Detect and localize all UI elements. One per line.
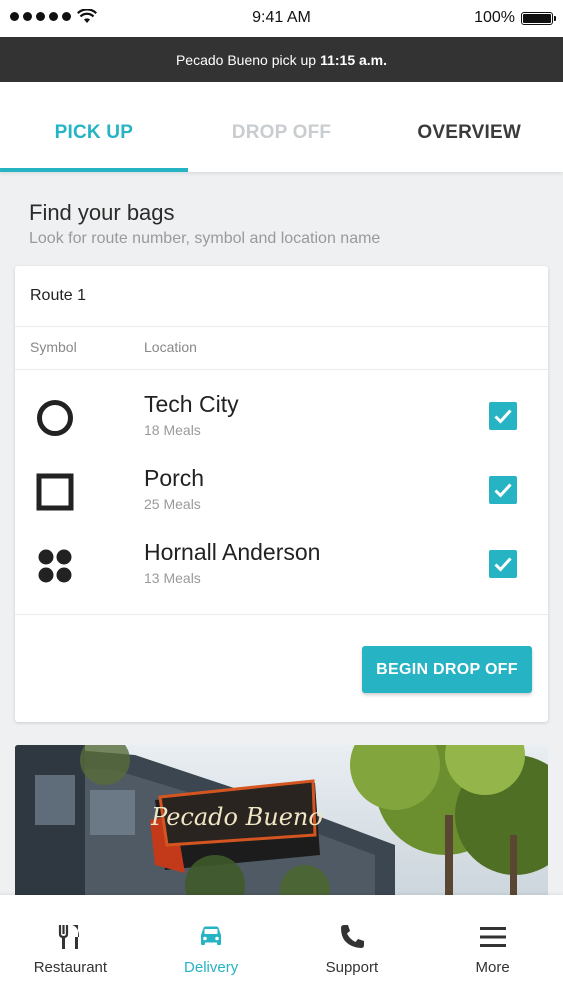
bottom-nav: Restaurant Delivery Support More [0,895,563,1000]
circle-icon [37,400,73,436]
nav-label: Delivery [184,959,239,976]
menu-icon [479,927,506,947]
begin-drop-off-button[interactable]: BEGIN DROP OFF [362,646,532,693]
location-name: Hornall Anderson [144,539,321,565]
phone-icon [340,925,364,948]
tab-drop-off[interactable]: DROP OFF [188,82,376,172]
car-icon [201,926,222,945]
banner-text: Pecado Bueno pick up [175,51,317,68]
nav-label: Restaurant [33,959,108,976]
nav-restaurant[interactable]: Restaurant [0,895,141,1000]
location-row: Porch 25 Meals [15,462,548,522]
divider [15,326,548,327]
tab-overview[interactable]: OVERVIEW [375,82,563,172]
nav-more[interactable]: More [422,895,563,1000]
location-row: Tech City 18 Meals [15,388,548,448]
battery-percent: 100% [474,9,515,26]
route-label: Route 1 [30,287,87,304]
location-checkbox[interactable] [489,402,517,430]
location-checkbox[interactable] [489,476,517,504]
location-checkbox[interactable] [489,550,517,578]
location-row: Hornall Anderson 13 Meals [15,536,548,596]
section-subtitle: Look for route number, symbol and locati… [29,230,381,247]
pickup-banner: Pecado Bueno pick up 11:15 a.m. [0,37,563,82]
tab-bar: PICK UP DROP OFF OVERVIEW [0,82,563,172]
tab-pick-up[interactable]: PICK UP [0,82,188,172]
nav-label: More [475,959,510,976]
column-header-location: Location [144,339,197,355]
location-name: Tech City [144,391,239,417]
status-bar: 9:41 AM 100% [0,0,563,37]
checkmark-icon [494,409,512,424]
meal-count: 25 Meals [144,496,201,512]
nav-delivery[interactable]: Delivery [141,895,282,1000]
nav-support[interactable]: Support [282,895,423,1000]
checkmark-icon [494,483,512,498]
location-name: Porch [144,465,205,491]
battery-status: 100% [474,9,556,27]
column-header-symbol: Symbol [30,339,77,355]
meal-count: 18 Meals [144,422,201,438]
banner-time: 11:15 a.m. [320,51,388,68]
sign-text: Pecado Bueno [150,803,323,831]
meal-count: 13 Meals [144,570,201,586]
four-dots-icon [38,549,72,583]
route-card: Route 1 Symbol Location Tech City 18 Mea… [15,266,548,722]
checkmark-icon [494,557,512,572]
section-title: Find your bags [29,200,175,225]
restaurant-photo: Pecado Bueno [15,745,548,895]
restaurant-photo-image: Pecado Bueno [15,745,548,895]
divider [15,369,548,370]
divider [15,614,548,615]
square-icon [36,473,74,511]
nav-label: Support [325,959,379,976]
fork-knife-icon [59,925,80,949]
battery-icon [521,11,556,25]
